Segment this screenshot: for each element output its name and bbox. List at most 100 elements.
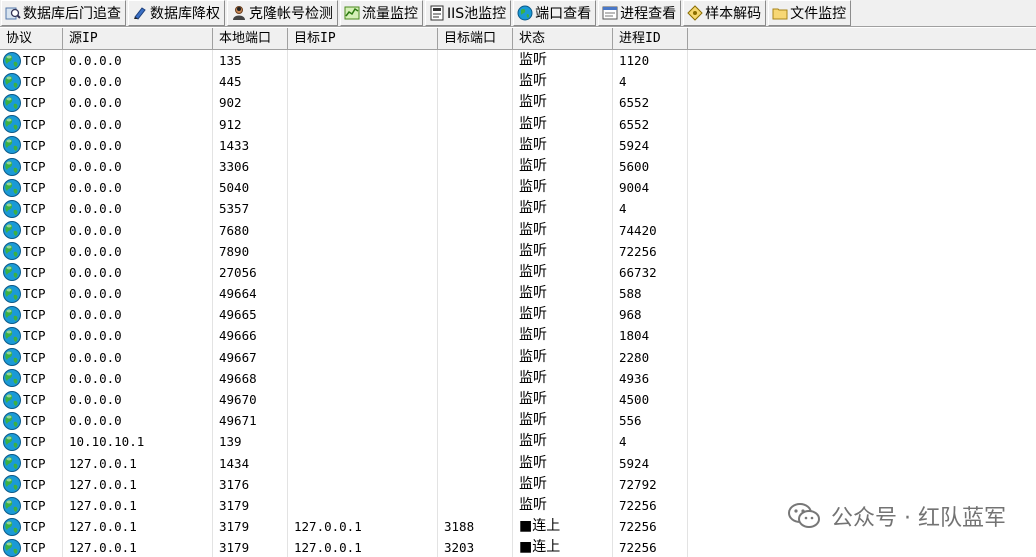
cell-state: 监听 (513, 346, 613, 368)
cell-target-ip (288, 283, 438, 305)
row-filler (688, 474, 1036, 495)
table-row[interactable]: TCP 0.0.0.0 49664 监听 588 (0, 283, 1036, 305)
table-row[interactable]: TCP 0.0.0.0 7890 监听 72256 (0, 240, 1036, 262)
table-row[interactable]: TCP 0.0.0.0 49671 监听 556 (0, 410, 1036, 432)
protocol-text: TCP (23, 95, 46, 111)
cell-target-port (438, 240, 513, 262)
cell-process-id: 74420 (613, 219, 688, 241)
cell-target-ip (288, 389, 438, 411)
cell-state: 监听 (513, 261, 613, 284)
table-row[interactable]: TCP 127.0.0.1 1434 监听 5924 (0, 452, 1036, 474)
column-header-local-port[interactable]: 本地端口 (213, 28, 288, 50)
toolbar-button-0[interactable]: 数据库后门追查 (1, 0, 126, 26)
cell-local-port: 5357 (213, 198, 288, 220)
cell-local-port: 1434 (213, 452, 288, 474)
toolbar-button-1[interactable]: 数据库降权 (128, 0, 225, 26)
cell-protocol: TCP (0, 240, 63, 262)
toolbar-button-3[interactable]: 流量监控 (340, 0, 423, 26)
cell-local-port: 49667 (213, 346, 288, 368)
cell-local-port: 3179 (213, 537, 288, 557)
cell-target-ip (288, 325, 438, 347)
table-row[interactable]: TCP 0.0.0.0 7680 监听 74420 (0, 219, 1036, 241)
table-row[interactable]: TCP 0.0.0.0 3306 监听 5600 (0, 155, 1036, 178)
toolbar-button-label: 克隆帐号检测 (249, 6, 333, 22)
toolbar-button-5[interactable]: 端口查看 (513, 0, 597, 26)
cell-protocol: TCP (0, 389, 63, 411)
database-search-icon (5, 5, 21, 21)
toolbar-button-8[interactable]: 文件监控 (768, 0, 852, 26)
protocol-text: TCP (23, 497, 46, 513)
cell-protocol: TCP (0, 50, 63, 72)
cell-process-id: 4500 (613, 389, 688, 411)
row-filler (688, 347, 1036, 368)
cell-process-id: 1804 (613, 325, 688, 347)
cell-process-id: 4 (613, 431, 688, 453)
cell-state: 监听 (513, 198, 613, 220)
column-header-state[interactable]: 状态 (513, 28, 613, 50)
table-row[interactable]: TCP 0.0.0.0 49668 监听 4936 (0, 367, 1036, 389)
toolbar-button-label: 端口查看 (535, 6, 592, 22)
table-row[interactable]: TCP 0.0.0.0 49666 监听 1804 (0, 325, 1036, 347)
table-row[interactable]: TCP 127.0.0.1 3176 监听 72792 (0, 473, 1036, 495)
cell-source-ip: 10.10.10.1 (63, 431, 213, 453)
globe-icon (2, 114, 22, 134)
cell-state: ■连上 (513, 516, 613, 538)
cell-source-ip: 0.0.0.0 (63, 92, 213, 114)
cell-target-port (438, 473, 513, 495)
toolbar-button-2[interactable]: 克隆帐号检测 (227, 0, 338, 26)
column-header-protocol[interactable]: 协议 (0, 28, 63, 50)
cell-source-ip: 0.0.0.0 (63, 346, 213, 368)
protocol-text: TCP (23, 201, 46, 217)
toolbar-button-7[interactable]: 样本解码 (683, 0, 767, 26)
port-list[interactable]: TCP 0.0.0.0 135 监听 1120 TCP 0.0.0.0 445 监听 4 TCP 0.… (0, 50, 1036, 557)
table-row[interactable]: TCP 0.0.0.0 1433 监听 5924 (0, 134, 1036, 156)
cell-local-port: 49671 (213, 410, 288, 432)
cell-process-id: 4 (613, 198, 688, 220)
cell-target-port (438, 304, 513, 326)
column-header-target-port[interactable]: 目标端口 (438, 28, 513, 50)
cell-state: 监听 (513, 452, 613, 474)
cell-target-ip (288, 431, 438, 453)
table-row[interactable]: TCP 10.10.10.1 139 监听 4 (0, 431, 1036, 453)
table-row[interactable]: TCP 0.0.0.0 49667 监听 2280 (0, 346, 1036, 368)
cell-target-port: 3188 (438, 516, 513, 538)
table-row[interactable]: TCP 0.0.0.0 27056 监听 66732 (0, 261, 1036, 284)
table-row[interactable]: TCP 0.0.0.0 902 监听 6552 (0, 92, 1036, 114)
list-header: 协议 源IP 本地端口 目标IP 目标端口 状态 进程ID (0, 28, 1036, 50)
cell-protocol: TCP (0, 219, 63, 241)
process-view-icon (602, 5, 618, 21)
toolbar-button-4[interactable]: IIS池监控 (425, 0, 512, 26)
row-filler (688, 431, 1036, 452)
column-header-target-ip[interactable]: 目标IP (288, 28, 438, 50)
toolbar-button-label: 数据库降权 (150, 6, 220, 22)
column-header-process-id[interactable]: 进程ID (613, 28, 688, 50)
table-row[interactable]: TCP 0.0.0.0 49665 监听 968 (0, 304, 1036, 326)
cell-state: 监听 (513, 113, 613, 135)
table-row[interactable]: TCP 0.0.0.0 912 监听 6552 (0, 113, 1036, 135)
protocol-text: TCP (23, 137, 46, 153)
cell-source-ip: 0.0.0.0 (63, 155, 213, 178)
cell-protocol: TCP (0, 410, 63, 432)
table-row[interactable]: TCP 0.0.0.0 5040 监听 9004 (0, 177, 1036, 199)
globe-icon (2, 241, 22, 261)
cell-target-ip (288, 410, 438, 432)
globe-icon (2, 220, 22, 240)
cell-target-ip (288, 134, 438, 156)
table-row[interactable]: TCP 0.0.0.0 49670 监听 4500 (0, 389, 1036, 411)
row-filler (688, 453, 1036, 474)
toolbar-button-6[interactable]: 进程查看 (598, 0, 682, 26)
cell-state: 监听 (513, 410, 613, 432)
table-row[interactable]: TCP 0.0.0.0 135 监听 1120 (0, 50, 1036, 72)
cell-process-id: 5924 (613, 452, 688, 474)
table-row[interactable]: TCP 0.0.0.0 445 监听 4 (0, 71, 1036, 93)
database-downgrade-icon (132, 5, 148, 21)
cell-protocol: TCP (0, 155, 63, 178)
table-row[interactable]: TCP 0.0.0.0 5357 监听 4 (0, 198, 1036, 220)
table-row[interactable]: TCP 127.0.0.1 3179 127.0.0.1 3203 ■连上 72256 (0, 537, 1036, 557)
globe-icon (2, 411, 22, 431)
row-filler (688, 389, 1036, 410)
cell-process-id: 4936 (613, 367, 688, 389)
column-header-source-ip[interactable]: 源IP (63, 28, 213, 50)
globe-icon (2, 199, 22, 219)
cell-protocol: TCP (0, 325, 63, 347)
